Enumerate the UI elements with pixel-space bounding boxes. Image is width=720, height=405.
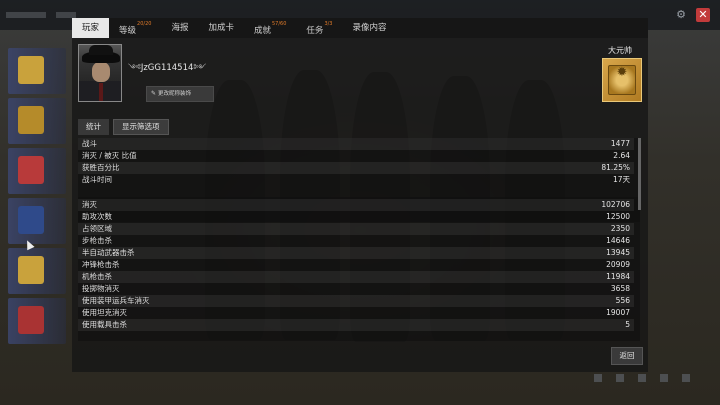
stat-value: 5: [625, 320, 630, 329]
stat-label: 使用装甲运兵车消灭: [82, 296, 150, 305]
stat-value: 13945: [606, 248, 630, 257]
scrollbar[interactable]: [638, 138, 641, 210]
stat-value: 556: [615, 296, 630, 305]
back-button[interactable]: 返回: [611, 347, 643, 365]
stat-label: 获胜百分比: [82, 163, 120, 172]
name-decoration-icon: ༺: [128, 63, 141, 72]
stats-sub-tabs: 统计 显示筛选项: [78, 119, 169, 135]
stat-row: 消灭 / 被灭 比值 2.64: [78, 150, 634, 162]
stat-label: 使用载具击杀: [82, 320, 127, 329]
stat-value: 2350: [610, 224, 630, 233]
left-slot[interactable]: [8, 198, 66, 244]
toolbar-icon[interactable]: [682, 374, 690, 382]
toolbar-icon[interactable]: [594, 374, 602, 382]
stat-label: 半自动武器击杀: [82, 248, 135, 257]
stat-value: 11984: [606, 272, 630, 281]
left-slot[interactable]: [8, 148, 66, 194]
show-filters-button[interactable]: 显示筛选项: [113, 119, 169, 135]
toolbar-icon[interactable]: [638, 374, 646, 382]
stat-label: 战斗: [82, 139, 97, 148]
stat-row: 战斗时间 17天: [78, 174, 634, 186]
toolbar-icon[interactable]: [616, 374, 624, 382]
stat-row: 半自动武器击杀 13945: [78, 247, 634, 259]
close-icon[interactable]: ✕: [696, 8, 710, 22]
rank-title: 大元帅: [608, 46, 632, 55]
left-slot[interactable]: [8, 248, 66, 294]
tab-level[interactable]: 等级20/20: [109, 18, 161, 38]
change-nickname-decoration-button[interactable]: ✎ 更改昵称装饰: [146, 86, 214, 102]
pencil-icon: ✎: [151, 90, 157, 97]
stat-label: 消灭 / 被灭 比值: [82, 151, 137, 160]
stat-row: 占领区域 2350: [78, 223, 634, 235]
stat-row: 使用载具击杀 5: [78, 319, 634, 331]
stat-value: 81.25%: [601, 163, 630, 172]
stat-row: 助攻次数 12500: [78, 211, 634, 223]
stat-value: 19007: [606, 308, 630, 317]
tab-boosters[interactable]: 加成卡: [198, 18, 244, 38]
stat-value: 17天: [612, 175, 630, 184]
tab-player[interactable]: 玩家: [72, 18, 110, 38]
rank-badge-icon: ✹: [602, 58, 642, 102]
name-decoration-icon: ༻: [193, 63, 207, 72]
stat-value: 1477: [610, 139, 630, 148]
player-name-text: JzGG114514: [140, 63, 194, 73]
stat-label: 冲锋枪击杀: [82, 260, 120, 269]
stat-label: 投掷物消灭: [82, 284, 120, 293]
tab-achievements[interactable]: 成就57/60: [244, 18, 296, 38]
stat-value: 20909: [606, 260, 630, 269]
profile-tabs: 玩家 等级20/20 海报 加成卡 成就57/60 任务3/3 录像内容: [72, 18, 648, 38]
stat-row: 步枪击杀 14646: [78, 235, 634, 247]
player-profile-dialog: 玩家 等级20/20 海报 加成卡 成就57/60 任务3/3 录像内容 ༺Jz…: [72, 18, 648, 372]
stat-value: 102706: [601, 200, 630, 209]
player-name: ༺JzGG114514༻: [128, 58, 206, 81]
stat-row: 获胜百分比 81.25%: [78, 162, 634, 174]
stat-label: 机枪击杀: [82, 272, 112, 281]
tab-poster[interactable]: 海报: [161, 18, 198, 38]
stat-row: 机枪击杀 11984: [78, 271, 634, 283]
stat-row: 使用坦克消灭 19007: [78, 307, 634, 319]
left-slot[interactable]: [8, 98, 66, 144]
stat-value: 2.64: [613, 151, 630, 160]
stat-value: 14646: [606, 236, 630, 245]
tab-tasks[interactable]: 任务3/3: [296, 18, 342, 38]
toolbar-icon[interactable]: [660, 374, 668, 382]
stat-row: 使用装甲运兵车消灭 556: [78, 295, 634, 307]
stat-label: 使用坦克消灭: [82, 308, 127, 317]
tab-statistics[interactable]: 统计: [78, 119, 109, 135]
tab-replays[interactable]: 录像内容: [342, 18, 396, 38]
bottom-toolbar: [594, 374, 690, 382]
stat-label: 消灭: [82, 200, 97, 209]
stat-row: 战斗 1477: [78, 138, 634, 150]
stat-value: 12500: [606, 212, 630, 221]
settings-icon[interactable]: ⚙: [674, 8, 688, 22]
stat-value: 3658: [610, 284, 630, 293]
left-slot[interactable]: [8, 48, 66, 94]
stat-label: 步枪击杀: [82, 236, 112, 245]
stat-label: 战斗时间: [82, 175, 112, 184]
stat-label: 占领区域: [82, 224, 112, 233]
left-rank-column: [8, 48, 68, 348]
stat-row: 投掷物消灭 3658: [78, 283, 634, 295]
stat-row: 冲锋枪击杀 20909: [78, 259, 634, 271]
left-slot[interactable]: [8, 298, 66, 344]
stat-label: 助攻次数: [82, 212, 112, 221]
avatar[interactable]: [78, 44, 122, 102]
stat-row: 消灭 102706: [78, 199, 634, 211]
